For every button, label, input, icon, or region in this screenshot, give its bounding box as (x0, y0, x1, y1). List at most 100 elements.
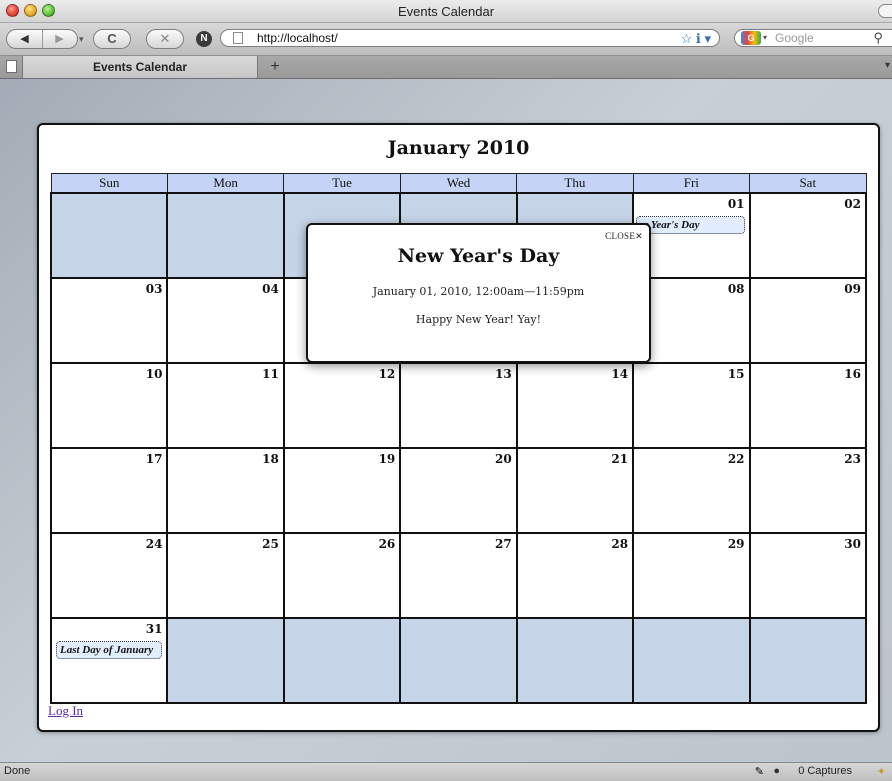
tab-list-icon[interactable] (6, 60, 17, 73)
day-cell[interactable]: 22 (632, 447, 751, 534)
captures-count[interactable]: 0 Captures (798, 765, 852, 777)
weekday-header: Sat (749, 173, 867, 194)
day-cell[interactable]: 20 (399, 447, 518, 534)
day-cell[interactable]: 14 (515, 362, 635, 449)
day-number: 04 (262, 282, 279, 296)
week-row: 10 11 12 13 14 15 16 (49, 362, 868, 449)
extension-icon[interactable]: ✦ (877, 765, 886, 778)
day-cell[interactable]: 27 (399, 532, 518, 619)
day-number: 24 (145, 537, 163, 551)
popup-close-button[interactable]: CLOSE✕ (605, 231, 643, 242)
day-number: 16 (844, 367, 861, 381)
search-engine-icon[interactable]: G (741, 31, 761, 45)
day-number: 11 (262, 367, 279, 381)
day-number: 09 (844, 282, 861, 296)
toolbar-toggle-button[interactable] (878, 4, 892, 18)
day-cell[interactable]: 23 (748, 447, 868, 534)
day-cell[interactable]: 02 (748, 192, 868, 279)
noscript-status-icon[interactable]: ● (773, 765, 780, 777)
day-number: 31 (145, 622, 163, 636)
weekday-header-row: Sun Mon Tue Wed Thu Fri Sat (50, 173, 867, 194)
day-cell[interactable]: 28 (515, 532, 635, 619)
reload-button[interactable]: C (93, 29, 131, 49)
search-input[interactable]: Google (775, 31, 814, 45)
day-number: 25 (262, 537, 279, 551)
tab-events-calendar[interactable]: Events Calendar (22, 56, 258, 78)
url-text[interactable]: http://localhost/ (257, 31, 338, 45)
event-new-years-day[interactable]: ew Year's Day (636, 216, 745, 234)
day-cell[interactable]: 04 (166, 277, 285, 364)
day-cell[interactable]: 18 (166, 447, 285, 534)
tab-menu-icon[interactable]: ▾ (885, 60, 890, 71)
day-cell[interactable]: 16 (748, 362, 868, 449)
url-bar[interactable]: http://localhost/ ☆ ℹ ▾ (220, 29, 720, 47)
event-last-day-of-january[interactable]: Last Day of January (56, 641, 163, 659)
day-cell[interactable]: 25 (166, 532, 285, 619)
day-cell[interactable]: 15 (632, 362, 751, 449)
week-row: 17 18 19 20 21 22 23 (49, 447, 868, 534)
day-number: 18 (262, 452, 279, 466)
login-link[interactable]: Log In (48, 703, 83, 719)
weekday-header: Wed (399, 173, 518, 194)
week-row: 31 Last Day of January (49, 617, 868, 704)
day-number: 21 (611, 452, 629, 466)
history-dropdown-icon[interactable]: ▾ (79, 34, 84, 45)
day-number: 02 (844, 197, 861, 211)
stop-button[interactable]: ✕ (146, 29, 184, 49)
day-cell[interactable]: 12 (282, 362, 402, 449)
noscript-icon[interactable]: N (196, 31, 212, 47)
day-cell[interactable]: 31 Last Day of January (49, 617, 169, 704)
day-cell[interactable]: 24 (49, 532, 169, 619)
day-cell[interactable]: 13 (399, 362, 518, 449)
day-cell-empty (166, 192, 285, 279)
day-cell[interactable]: 30 (748, 532, 868, 619)
tab-bar: Events Calendar + ▾ (0, 56, 892, 79)
nav-buttons: ◀ ▶ (6, 29, 78, 49)
day-number: 27 (494, 537, 512, 551)
search-bar[interactable]: G ▾ Google ⚲ (734, 29, 892, 47)
day-cell[interactable]: 11 (166, 362, 285, 449)
status-bar: Done ✎ ● 0 Captures ✦ (0, 762, 892, 781)
weekday-header: Thu (516, 173, 634, 194)
day-number: 01 (727, 197, 745, 211)
search-engine-dropdown-icon[interactable]: ▾ (763, 33, 767, 42)
day-cell-empty (748, 617, 868, 704)
day-cell-empty (515, 617, 635, 704)
security-icon[interactable]: ✎ (755, 765, 764, 778)
day-number: 19 (378, 452, 396, 466)
week-row: 24 25 26 27 28 29 30 (49, 532, 868, 619)
day-cell-empty (399, 617, 518, 704)
page-content: January 2010 Sun Mon Tue Wed Thu Fri Sat… (0, 79, 892, 762)
event-popup: CLOSE✕ New Year's Day January 01, 2010, … (306, 223, 651, 363)
day-cell[interactable]: 26 (282, 532, 402, 619)
bookmark-star-icon[interactable]: ☆ ℹ ▾ (681, 31, 711, 47)
day-cell[interactable]: 17 (49, 447, 169, 534)
weekday-header: Tue (283, 173, 401, 194)
day-number: 20 (494, 452, 512, 466)
day-number: 23 (844, 452, 861, 466)
day-cell-empty (632, 617, 751, 704)
day-number: 10 (145, 367, 163, 381)
search-icon[interactable]: ⚲ (873, 30, 883, 46)
day-cell-empty (49, 192, 169, 279)
browser-toolbar: ◀ ▶ ▾ C ✕ N http://localhost/ ☆ ℹ ▾ G ▾ … (0, 23, 892, 56)
calendar-title: January 2010 (387, 137, 530, 159)
calendar-panel: January 2010 Sun Mon Tue Wed Thu Fri Sat… (37, 123, 880, 732)
day-number: 22 (727, 452, 745, 466)
popup-description: Happy New Year! Yay! (415, 313, 542, 326)
day-cell[interactable]: 09 (748, 277, 868, 364)
weekday-header: Sun (50, 173, 168, 194)
back-button[interactable]: ◀ (7, 30, 43, 48)
day-cell[interactable]: 29 (632, 532, 751, 619)
popup-title: New Year's Day (397, 245, 560, 267)
day-cell[interactable]: 03 (49, 277, 169, 364)
day-cell[interactable]: 21 (515, 447, 635, 534)
forward-button[interactable]: ▶ (42, 30, 77, 48)
day-cell[interactable]: 10 (49, 362, 169, 449)
weekday-header: Mon (166, 173, 285, 194)
status-text: Done (4, 765, 31, 777)
day-number: 12 (378, 367, 396, 381)
day-cell-empty (166, 617, 285, 704)
new-tab-button[interactable]: + (264, 58, 286, 76)
day-cell[interactable]: 19 (282, 447, 402, 534)
